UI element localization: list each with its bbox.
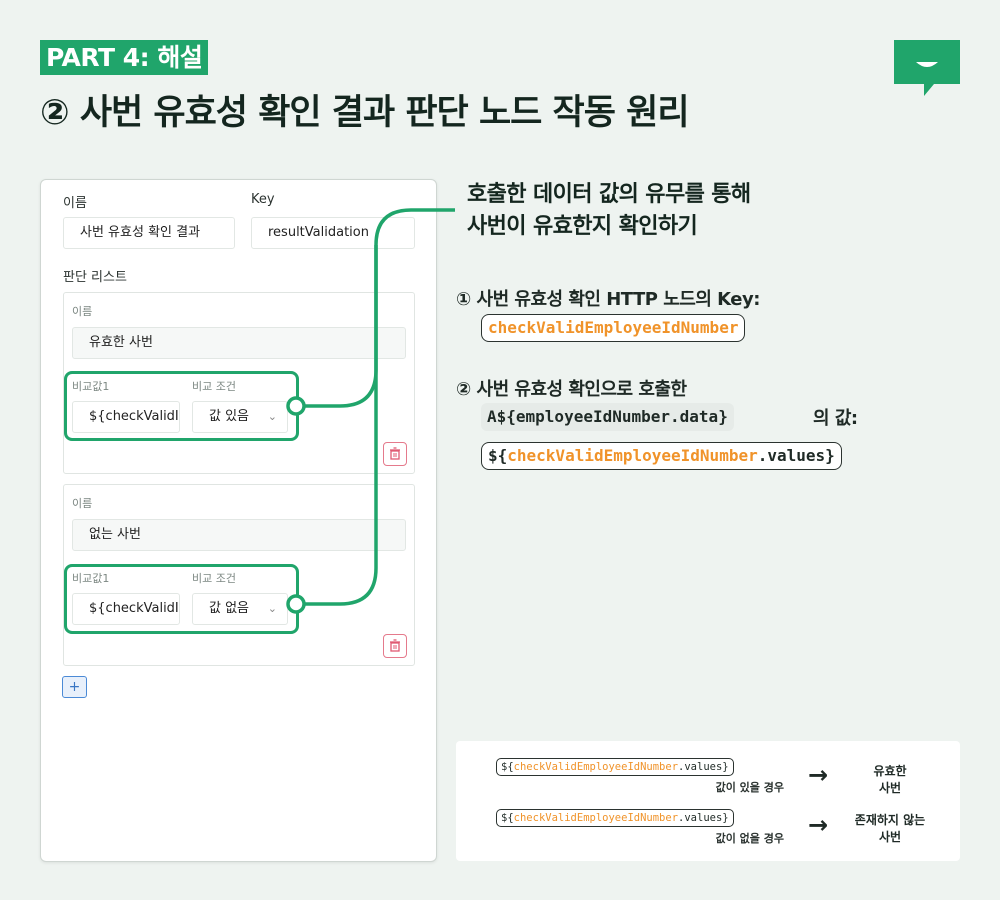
code-prefix: ${ bbox=[501, 761, 514, 773]
callout-heading: 호출한 데이터 값의 유무를 통해 사번이 유효한지 확인하기 bbox=[467, 179, 751, 243]
decision-item-card: 이름 유효한 사번 비교값1 비교 조건 ${checkValidI 값 있음 … bbox=[63, 292, 415, 474]
chevron-down-icon: ⌄ bbox=[267, 602, 277, 615]
result-line: 유효한 bbox=[873, 764, 907, 778]
delete-item-button[interactable] bbox=[383, 442, 407, 466]
result-line: 존재하지 않는 bbox=[854, 813, 926, 827]
step-2-result-code: ${checkValidEmployeeIdNumber.values} bbox=[481, 442, 842, 470]
trash-icon bbox=[390, 639, 400, 652]
step-2-suffix: 의 값: bbox=[813, 408, 858, 429]
code-prefix: ${ bbox=[488, 446, 508, 465]
arrow-right-icon: → bbox=[808, 761, 829, 789]
callout-line-1: 호출한 데이터 값의 유무를 통해 bbox=[467, 182, 751, 207]
page-title: ② 사번 유효성 확인 결과 판단 노드 작동 원리 bbox=[40, 93, 690, 133]
compare-value-input[interactable]: ${checkValidI bbox=[72, 593, 180, 625]
result-line: 사번 bbox=[878, 781, 902, 795]
code-suffix: .values} bbox=[678, 761, 729, 773]
key-label: Key bbox=[251, 192, 275, 207]
add-item-button[interactable]: + bbox=[62, 676, 87, 698]
arrow-right-icon: → bbox=[808, 811, 829, 839]
step-2-text: ② 사번 유효성 확인으로 호출한 bbox=[456, 379, 687, 400]
summary-condition: 값이 없을 경우 bbox=[715, 832, 784, 845]
summary-box: ${checkValidEmployeeIdNumber.values} 값이 … bbox=[456, 741, 960, 861]
result-line: 사번 bbox=[878, 830, 902, 844]
step-1-text: ① 사번 유효성 확인 HTTP 노드의 Key: bbox=[456, 289, 760, 310]
decision-node-panel: 이름 Key 사번 유효성 확인 결과 resultValidation 판단 … bbox=[40, 179, 437, 862]
code-key: checkValidEmployeeIdNumber bbox=[513, 812, 679, 824]
step-2-code: A${employeeIdNumber.data} bbox=[481, 403, 734, 431]
condition-select-value: 값 있음 bbox=[209, 409, 250, 424]
compare-value-input[interactable]: ${checkValidI bbox=[72, 401, 180, 433]
compare-value-label: 비교값1 bbox=[72, 572, 110, 585]
condition-label: 비교 조건 bbox=[192, 380, 236, 393]
node-name-input[interactable]: 사번 유효성 확인 결과 bbox=[63, 217, 235, 249]
summary-result: 유효한 사번 bbox=[835, 763, 945, 797]
decision-item-card: 이름 없는 사번 비교값1 비교 조건 ${checkValidI 값 없음 ⌄ bbox=[63, 484, 415, 666]
code-suffix: .values} bbox=[678, 812, 729, 824]
code-suffix: .values} bbox=[757, 446, 835, 465]
node-key-input[interactable]: resultValidation bbox=[251, 217, 415, 249]
compare-value-label: 비교값1 bbox=[72, 380, 110, 393]
item-name-label: 이름 bbox=[72, 497, 93, 510]
step-1-code: checkValidEmployeeIdNumber bbox=[481, 314, 746, 342]
chevron-down-icon: ⌄ bbox=[267, 410, 277, 423]
summary-condition: 값이 있을 경우 bbox=[715, 781, 784, 794]
summary-result: 존재하지 않는 사번 bbox=[835, 812, 945, 846]
condition-select-value: 값 없음 bbox=[209, 601, 250, 616]
item-name-input[interactable]: 유효한 사번 bbox=[72, 327, 406, 359]
code-prefix: ${ bbox=[501, 812, 514, 824]
name-label: 이름 bbox=[63, 196, 87, 211]
delete-item-button[interactable] bbox=[383, 634, 407, 658]
condition-select[interactable]: 값 있음 ⌄ bbox=[192, 401, 288, 433]
code-key: checkValidEmployeeIdNumber bbox=[507, 446, 758, 465]
item-name-input[interactable]: 없는 사번 bbox=[72, 519, 406, 551]
condition-label: 비교 조건 bbox=[192, 572, 236, 585]
decision-list-label: 판단 리스트 bbox=[63, 270, 127, 285]
summary-code: ${checkValidEmployeeIdNumber.values} bbox=[496, 809, 734, 827]
item-name-label: 이름 bbox=[72, 305, 93, 318]
callout-line-2: 사번이 유효한지 확인하기 bbox=[467, 214, 698, 239]
part-badge: PART 4: 해설 bbox=[40, 40, 209, 75]
code-key: checkValidEmployeeIdNumber bbox=[513, 761, 679, 773]
trash-icon bbox=[390, 447, 400, 460]
chat-bubble-icon bbox=[894, 40, 960, 96]
condition-select[interactable]: 값 없음 ⌄ bbox=[192, 593, 288, 625]
summary-code: ${checkValidEmployeeIdNumber.values} bbox=[496, 758, 734, 776]
